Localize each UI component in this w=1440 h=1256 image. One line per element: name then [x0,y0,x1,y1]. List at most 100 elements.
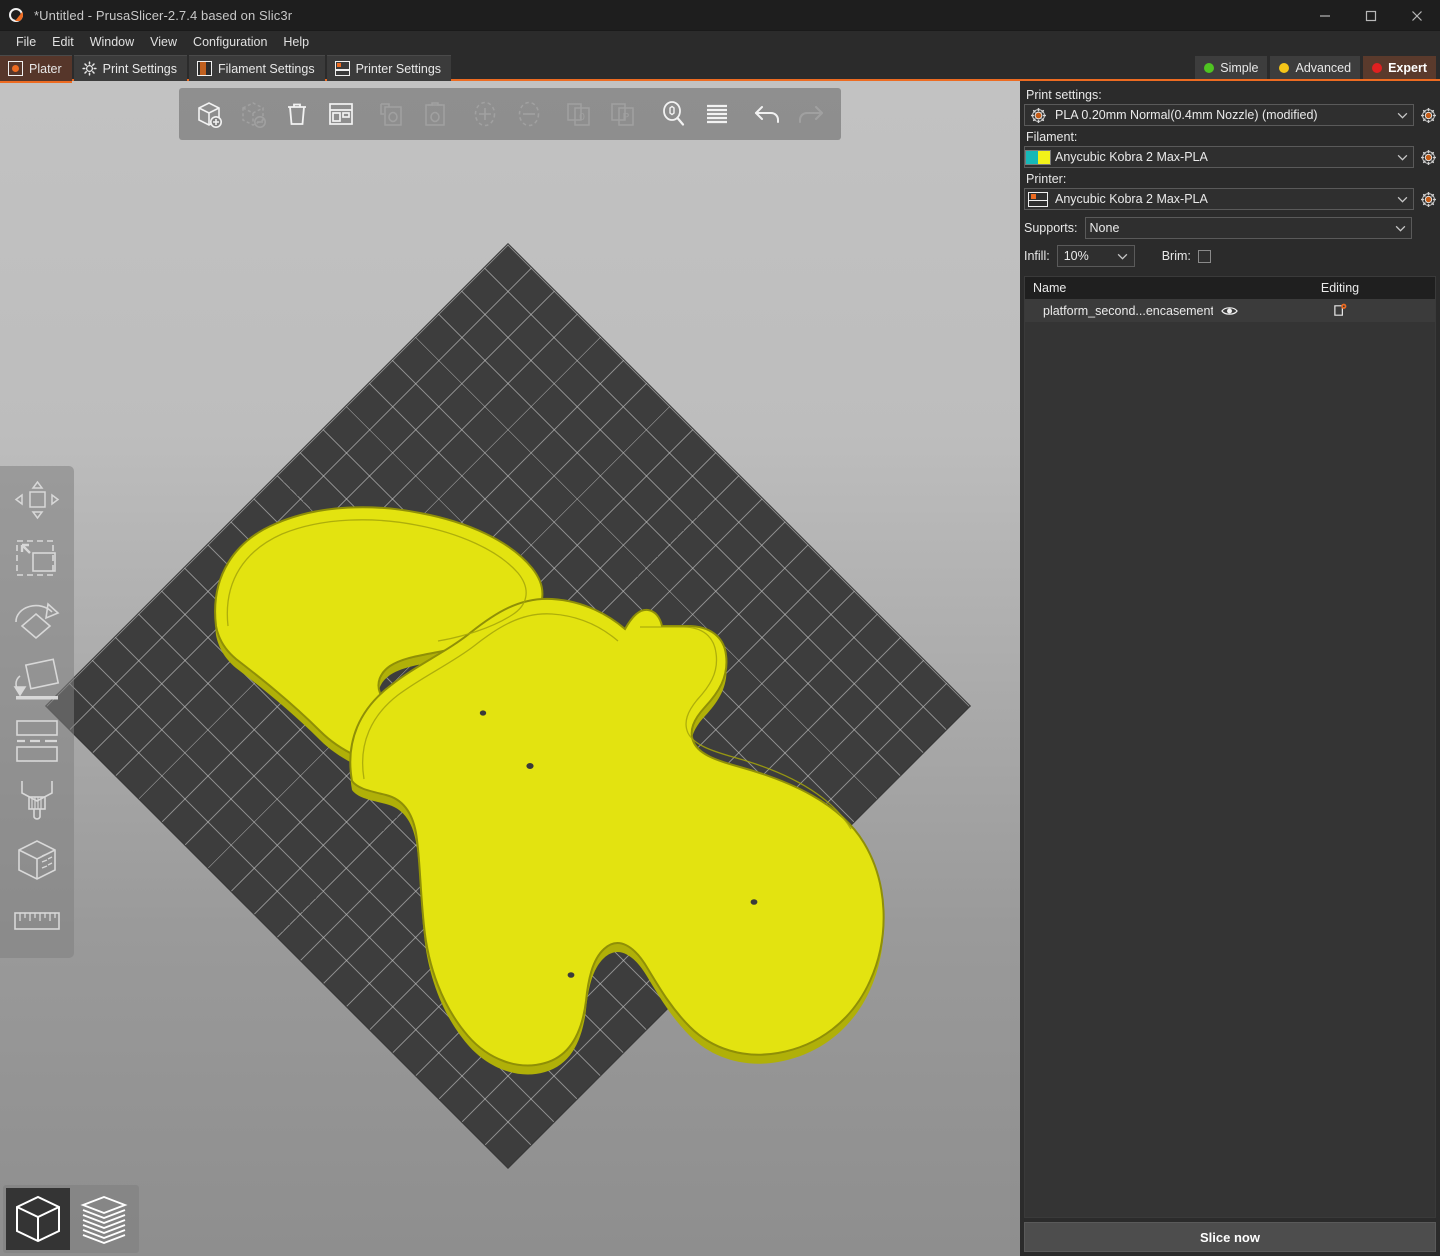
filament-swatch-right [1038,151,1050,164]
column-header-name: Name [1025,281,1213,295]
split-parts-icon[interactable]: P [601,92,645,136]
tab-printer-settings[interactable]: Printer Settings [327,55,451,81]
printer-cog-icon[interactable] [1420,191,1436,207]
infill-value: 10% [1058,249,1112,263]
plus-circle-icon[interactable] [463,92,507,136]
printer-icon [1025,189,1051,209]
print-settings-value: PLA 0.20mm Normal(0.4mm Nozzle) (modifie… [1051,108,1391,122]
window-title: *Untitled - PrusaSlicer-2.7.4 based on S… [34,8,292,23]
mode-expert-dot [1372,63,1382,73]
table-row[interactable]: platform_second...encasement.stl [1025,299,1435,322]
rotate-icon[interactable] [8,592,66,650]
filament-swatch-left [1026,151,1038,164]
slice-now-button[interactable]: Slice now [1024,1222,1436,1252]
paste-icon[interactable] [413,92,457,136]
build-plate-grid [46,244,969,1167]
menu-file[interactable]: File [8,33,44,51]
tab-print-settings[interactable]: Print Settings [74,55,187,81]
arrange-icon[interactable] [319,92,363,136]
mode-simple-button[interactable]: Simple [1195,56,1267,79]
close-button[interactable] [1394,0,1440,31]
minus-circle-icon[interactable] [507,92,551,136]
trash-icon[interactable] [275,92,319,136]
view-toolbar: 0 P [179,88,841,140]
object-settings-icon[interactable] [1245,303,1435,318]
tab-plater[interactable]: Plater [0,55,72,81]
filament-row: Anycubic Kobra 2 Max-PLA [1024,146,1436,168]
infill-brim-row: Infill: 10% Brim: [1024,245,1436,267]
menu-configuration[interactable]: Configuration [185,33,275,51]
menu-edit[interactable]: Edit [44,33,82,51]
tab-print-settings-label: Print Settings [103,62,177,76]
printer-label: Printer: [1026,172,1436,186]
tab-printer-settings-label: Printer Settings [356,62,441,76]
supports-combo[interactable]: None [1085,217,1412,239]
layer-stack-icon[interactable] [72,1188,136,1250]
cut-icon[interactable] [8,712,66,770]
3d-viewport[interactable]: 0 P [0,81,1020,1256]
paint-brush-icon[interactable] [8,772,66,830]
eye-visible-icon[interactable] [1213,305,1245,317]
remove-cube-icon[interactable] [231,92,275,136]
cube-icon[interactable] [6,1188,70,1250]
infill-combo[interactable]: 10% [1057,245,1135,267]
mode-advanced-button[interactable]: Advanced [1270,56,1360,79]
build-plate-wrap [0,81,1020,1256]
object-name: platform_second...encasement.stl [1025,304,1213,318]
prusaslicer-logo-icon [7,6,25,24]
layers-icon[interactable] [695,92,739,136]
menu-view[interactable]: View [142,33,185,51]
mode-advanced-label: Advanced [1295,61,1351,75]
tab-filament-settings[interactable]: Filament Settings [189,55,325,81]
mode-simple-dot [1204,63,1214,73]
prusaslicer-window: *Untitled - PrusaSlicer-2.7.4 based on S… [0,0,1440,1256]
maximize-button[interactable] [1348,0,1394,31]
chevron-down-icon[interactable] [1389,225,1411,232]
redo-arrow-icon[interactable] [789,92,833,136]
copy-icon[interactable] [369,92,413,136]
print-settings-combo[interactable]: PLA 0.20mm Normal(0.4mm Nozzle) (modifie… [1024,104,1414,126]
scale-icon[interactable] [8,532,66,590]
object-list-empty-area [1025,322,1435,1217]
main-body: 0 P [0,81,1440,1256]
menu-window[interactable]: Window [82,33,142,51]
chevron-down-icon[interactable] [1391,196,1413,203]
place-on-face-icon[interactable] [8,652,66,710]
right-sidebar: Print settings: [1020,81,1440,1256]
slice-area: Slice now [1024,1218,1436,1256]
seam-cube-icon[interactable] [8,832,66,890]
column-header-editing: Editing [1245,281,1435,295]
mode-simple-label: Simple [1220,61,1258,75]
printer-value: Anycubic Kobra 2 Max-PLA [1051,192,1391,206]
object-list-header: Name Editing [1025,277,1435,299]
chevron-down-icon[interactable] [1391,154,1413,161]
brim-checkbox[interactable] [1198,250,1211,263]
move-arrows-icon[interactable] [8,472,66,530]
menu-help[interactable]: Help [275,33,317,51]
ruler-icon[interactable] [8,892,66,950]
minimize-button[interactable] [1302,0,1348,31]
split-objects-icon[interactable]: 0 [557,92,601,136]
mode-expert-button[interactable]: Expert [1363,56,1436,79]
chevron-down-icon[interactable] [1391,112,1413,119]
printer-icon [335,61,350,76]
filament-combo[interactable]: Anycubic Kobra 2 Max-PLA [1024,146,1414,168]
filament-cog-icon[interactable] [1420,149,1436,165]
print-settings-row: PLA 0.20mm Normal(0.4mm Nozzle) (modifie… [1024,104,1436,126]
supports-value: None [1086,221,1389,235]
brim-label: Brim: [1162,249,1191,263]
print-settings-cog-icon[interactable] [1420,107,1436,123]
title-bar: *Untitled - PrusaSlicer-2.7.4 based on S… [0,0,1440,31]
print-settings-label: Print settings: [1026,88,1436,102]
undo-arrow-icon[interactable] [745,92,789,136]
menu-bar: File Edit Window View Configuration Help [0,31,1440,53]
printer-row: Anycubic Kobra 2 Max-PLA [1024,188,1436,210]
tab-filament-settings-label: Filament Settings [218,62,315,76]
svg-text:P: P [623,112,630,123]
add-cube-icon[interactable] [187,92,231,136]
filament-color-swatch [1025,147,1051,167]
search-icon[interactable] [651,92,695,136]
filament-label: Filament: [1026,130,1436,144]
chevron-down-icon[interactable] [1112,253,1134,260]
printer-combo[interactable]: Anycubic Kobra 2 Max-PLA [1024,188,1414,210]
